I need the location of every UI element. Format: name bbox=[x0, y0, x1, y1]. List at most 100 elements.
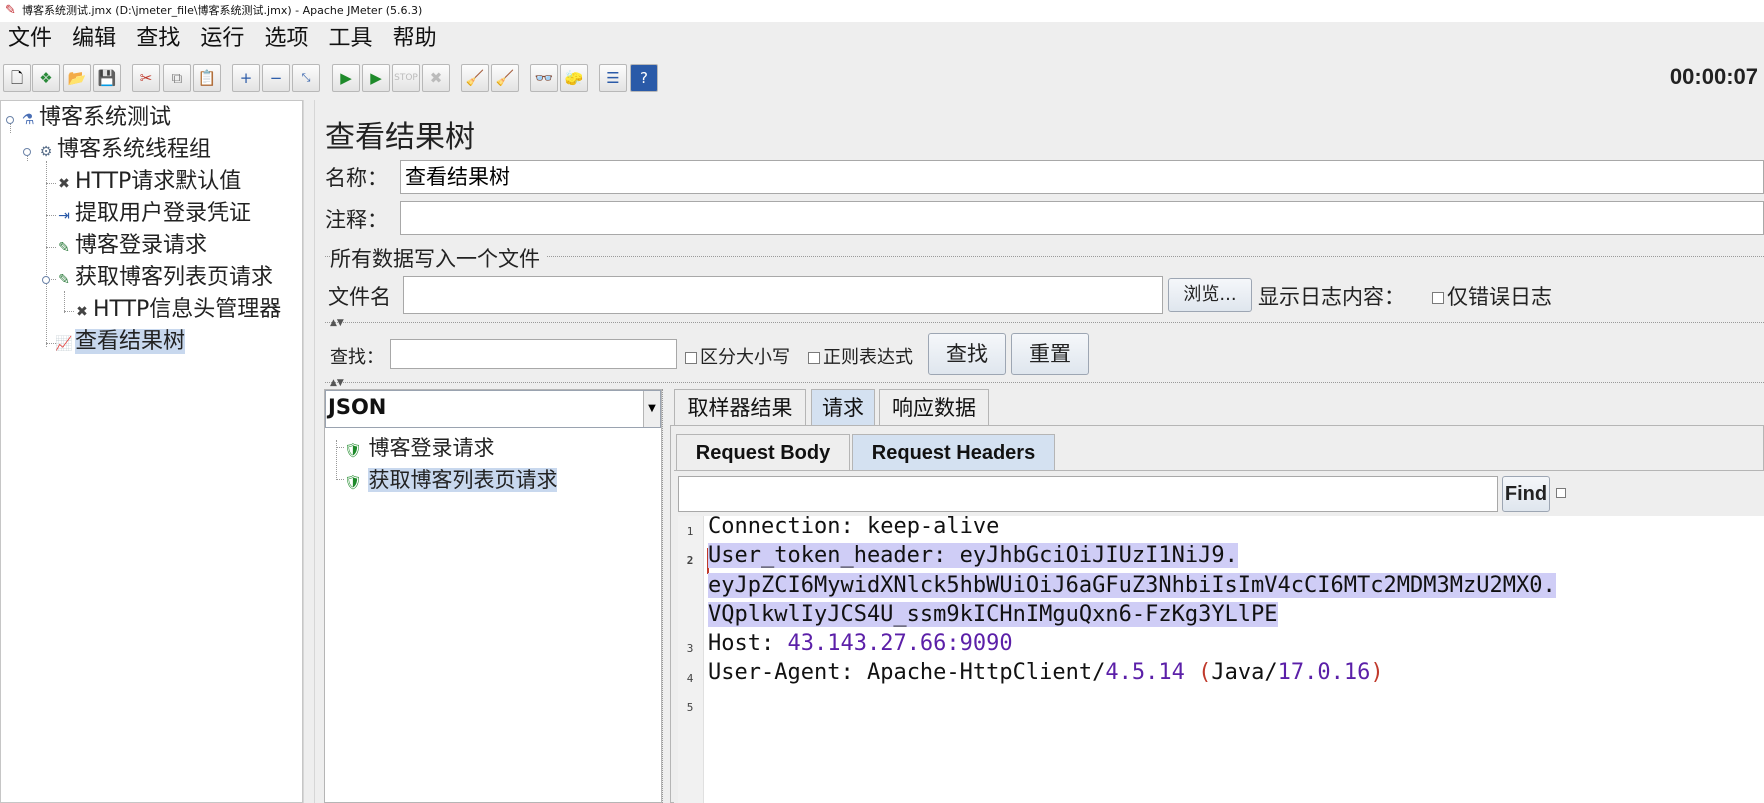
tab-request[interactable]: 请求 bbox=[811, 389, 875, 426]
checkbox-box[interactable] bbox=[808, 352, 820, 364]
case-sensitive-checkbox[interactable]: 区分大小写 bbox=[685, 343, 790, 369]
window-title: 博客系统测试.jmx (D:\jmeter_file\博客系统测试.jmx) -… bbox=[22, 4, 423, 17]
menu-tools[interactable]: 工具 bbox=[329, 22, 373, 56]
paste-icon[interactable]: 📋 bbox=[193, 64, 221, 92]
pipette-icon: ✎ bbox=[58, 240, 70, 256]
chevron-down-icon[interactable]: ▼ bbox=[643, 391, 660, 427]
checkbox-box[interactable] bbox=[1432, 292, 1444, 304]
pipette-icon: ✎ bbox=[58, 272, 70, 288]
header-line-token-cont: eyJpZCI6MywidXNlck5hbWUiOiJ6aGFuZ3NhbiIs… bbox=[708, 573, 1556, 598]
window-title-bar: ✎ 博客系统测试.jmx (D:\jmeter_file\博客系统测试.jmx)… bbox=[0, 0, 1764, 22]
cut-icon[interactable]: ✂ bbox=[132, 64, 160, 92]
tree-item-test-plan[interactable]: ⚗ 博客系统测试 bbox=[19, 104, 171, 134]
header-find-checkbox[interactable] bbox=[1556, 488, 1566, 498]
elapsed-timer: 00:00:07 bbox=[1669, 64, 1758, 89]
header-find-button[interactable]: Find bbox=[1502, 476, 1550, 512]
expand-icon[interactable]: + bbox=[232, 64, 260, 92]
chart-icon: 📈 bbox=[55, 336, 73, 352]
line-number: 3 bbox=[686, 642, 694, 655]
gear-icon: ⚙ bbox=[39, 144, 53, 160]
errors-only-checkbox[interactable]: 仅错误日志 bbox=[1432, 281, 1552, 311]
menu-help[interactable]: 帮助 bbox=[393, 22, 437, 56]
result-item-list[interactable]: 🛡 获取博客列表页请求 bbox=[344, 464, 558, 494]
filename-field[interactable] bbox=[403, 276, 1163, 314]
save-icon[interactable]: 💾 bbox=[93, 64, 121, 92]
toggle-icon[interactable]: ⤡ bbox=[292, 64, 320, 92]
jmeter-app-icon: ✎ bbox=[5, 3, 16, 18]
menu-bar: 文件 编辑 查找 运行 选项 工具 帮助 bbox=[0, 22, 1764, 56]
function-helper-icon[interactable]: ☰ bbox=[599, 64, 627, 92]
name-field[interactable]: 查看结果树 bbox=[400, 160, 1764, 194]
collapse-arrow-icon[interactable]: ▲▼ bbox=[330, 318, 344, 328]
new-icon[interactable]: 🗋 bbox=[3, 64, 31, 92]
find-button[interactable]: 查找 bbox=[928, 333, 1006, 375]
tree-item-list-request[interactable]: ✎ 获取博客列表页请求 bbox=[55, 264, 273, 294]
subtab-request-headers[interactable]: Request Headers bbox=[852, 434, 1055, 471]
success-shield-icon: 🛡 bbox=[344, 475, 362, 491]
templates-icon[interactable]: ❖ bbox=[32, 64, 60, 92]
line-number: 2 bbox=[686, 554, 694, 567]
toolbar: 🗋 ❖ 📂 💾 ✂ ⧉ 📋 + − ⤡ ▶ ▶ STOP ✖ 🧹 🧹 👓 🧽 ☰… bbox=[0, 56, 1764, 100]
collapse-arrow-icon[interactable]: ▲▼ bbox=[330, 378, 344, 388]
start-no-pause-icon[interactable]: ▶ bbox=[362, 64, 390, 92]
clear-icon[interactable]: 🧹 bbox=[461, 64, 489, 92]
search-label: 查找： bbox=[330, 347, 384, 368]
subtab-request-body[interactable]: Request Body bbox=[676, 434, 850, 471]
test-plan-tree: ⚗ 博客系统测试 ⚙ 博客系统线程组 ✖ HTTP请求默认值 ⇥ 提取用户登录凭证 ✎ 博… bbox=[0, 100, 303, 803]
success-shield-icon: 🛡 bbox=[344, 443, 362, 459]
extractor-icon: ⇥ bbox=[58, 208, 70, 224]
menu-edit[interactable]: 编辑 bbox=[72, 22, 116, 56]
tree-item-header-manager[interactable]: ✖ HTTP信息头管理器 bbox=[73, 296, 281, 326]
test-plan-icon: ⚗ bbox=[21, 112, 35, 128]
header-line-host: Host: 43.143.27.66:9090 bbox=[708, 631, 1013, 656]
browse-button[interactable]: 浏览... bbox=[1168, 278, 1252, 312]
menu-options[interactable]: 选项 bbox=[264, 22, 308, 56]
line-number: 4 bbox=[686, 672, 694, 685]
tab-sampler-result[interactable]: 取样器结果 bbox=[674, 389, 806, 426]
menu-file[interactable]: 文件 bbox=[8, 22, 52, 56]
header-search-input[interactable] bbox=[678, 476, 1498, 512]
header-line-connection: Connection: keep-alive bbox=[708, 514, 1000, 539]
tree-item-thread-group[interactable]: ⚙ 博客系统线程组 bbox=[37, 136, 211, 166]
renderer-select[interactable]: JSON ▼ bbox=[325, 390, 661, 428]
binoculars-icon[interactable]: 👓 bbox=[530, 64, 558, 92]
pane-splitter[interactable] bbox=[303, 100, 315, 803]
tree-item-extractor[interactable]: ⇥ 提取用户登录凭证 bbox=[55, 200, 251, 230]
search-input[interactable] bbox=[390, 339, 677, 369]
tree-expand-handle[interactable] bbox=[42, 276, 50, 284]
tree-item-http-defaults[interactable]: ✖ HTTP请求默认值 bbox=[55, 168, 241, 198]
comment-label: 注释： bbox=[325, 208, 388, 232]
checkbox-box[interactable] bbox=[685, 352, 697, 364]
name-label: 名称： bbox=[325, 166, 388, 190]
line-number: 5 bbox=[686, 701, 694, 714]
line-number: 1 bbox=[686, 525, 694, 538]
panel-title: 查看结果树 bbox=[325, 120, 475, 155]
clear-all-icon[interactable]: 🧹 bbox=[491, 64, 519, 92]
menu-search[interactable]: 查找 bbox=[136, 22, 180, 56]
results-splitter[interactable] bbox=[662, 389, 670, 803]
tree-item-login-request[interactable]: ✎ 博客登录请求 bbox=[55, 232, 207, 262]
reset-button[interactable]: 重置 bbox=[1011, 333, 1089, 375]
tree-expand-handle[interactable] bbox=[6, 116, 14, 124]
collapse-icon[interactable]: − bbox=[262, 64, 290, 92]
tree-expand-handle[interactable] bbox=[23, 148, 31, 156]
result-item-login[interactable]: 🛡 博客登录请求 bbox=[344, 432, 494, 462]
file-section-title: 所有数据写入一个文件 bbox=[330, 243, 546, 273]
reset-search-icon[interactable]: 🧽 bbox=[560, 64, 588, 92]
wrench-icon: ✖ bbox=[76, 304, 88, 320]
regex-checkbox[interactable]: 正则表达式 bbox=[808, 343, 913, 369]
shutdown-icon[interactable]: ✖ bbox=[422, 64, 450, 92]
stop-icon[interactable]: STOP bbox=[392, 64, 420, 92]
header-line-user-agent: User-Agent: Apache-HttpClient/4.5.14 (Ja… bbox=[708, 660, 1384, 685]
tree-item-view-results-tree[interactable]: 📈 查看结果树 bbox=[55, 328, 186, 358]
start-icon[interactable]: ▶ bbox=[332, 64, 360, 92]
open-icon[interactable]: 📂 bbox=[63, 64, 91, 92]
copy-icon[interactable]: ⧉ bbox=[163, 64, 191, 92]
wrench-icon: ✖ bbox=[58, 176, 70, 192]
menu-run[interactable]: 运行 bbox=[200, 22, 244, 56]
header-line-token: User_token_header: eyJhbGciOiJIUzI1NiJ9. bbox=[708, 543, 1238, 568]
tab-response-data[interactable]: 响应数据 bbox=[879, 389, 989, 426]
help-icon[interactable]: ? bbox=[630, 64, 658, 92]
header-line-token-cont: VQplkwlIyJCS4U_ssm9kICHnIMguQxn6-FzKg3YL… bbox=[708, 602, 1278, 627]
comment-field[interactable] bbox=[400, 201, 1764, 235]
